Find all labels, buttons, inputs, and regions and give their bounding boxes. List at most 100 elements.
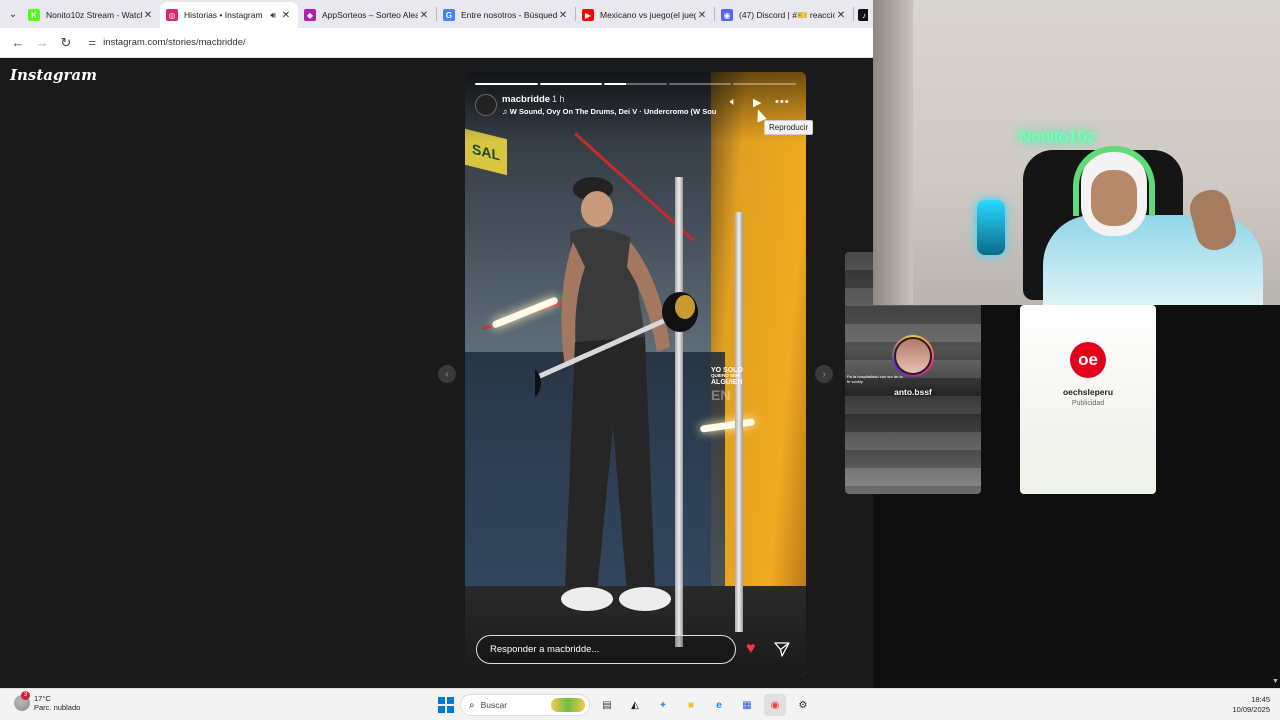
weather-text: 17°C Parc. nublado	[34, 694, 80, 713]
story-username[interactable]: macbridde	[502, 94, 550, 105]
like-heart-icon[interactable]: ♥	[746, 641, 756, 657]
tab-list-chevron-icon[interactable]: ⌄	[4, 5, 22, 23]
browser-tab[interactable]: ▶ Mexicano vs juego(el jueg ✕	[576, 2, 714, 28]
back-arrow-icon[interactable]: ←	[6, 31, 30, 55]
tab-audio-speaker-icon[interactable]: 🔊︎	[270, 10, 276, 21]
browser-tab[interactable]: K Nonito10z Stream - Watch ✕	[22, 2, 160, 28]
oechsle-logo: oe	[1070, 342, 1106, 378]
overlay-line-2: QUIERO SER	[711, 373, 740, 378]
close-tab-icon[interactable]: ✕	[557, 10, 569, 21]
overlay-line-3: ALGUIEN	[711, 378, 743, 386]
preview-caption: Pa la hospitalidad con sur de la fe sonb…	[847, 374, 903, 384]
tab-title: Historias • Instagram	[184, 10, 263, 20]
story-user-avatar[interactable]	[475, 94, 497, 116]
story-time-ago: 1 h	[552, 94, 565, 104]
steam-icon[interactable]: ⚙	[792, 694, 814, 716]
story-viewer[interactable]: SAL macbridde 1 h ♫ W Sound, Ovy On The …	[465, 72, 806, 676]
more-options-icon[interactable]: •••	[775, 96, 790, 108]
forward-arrow-icon[interactable]: →	[30, 31, 54, 55]
youtube-icon: ▶	[582, 9, 594, 21]
file-manager-icon[interactable]: ▤	[596, 694, 618, 716]
ad-sponsored-label: Publicidad	[1071, 400, 1105, 407]
neon-sign: Nonito10z	[1019, 127, 1096, 146]
next-story-username[interactable]: anto.bssf	[845, 387, 981, 397]
close-tab-icon[interactable]: ✕	[418, 10, 430, 21]
play-tooltip: Reproducir	[764, 120, 814, 135]
tab-title: (47) Discord | #🎫 reacció	[739, 9, 835, 20]
story-progress-bar	[475, 83, 796, 85]
next-story-avatar	[894, 337, 932, 375]
scroll-down-arrow-icon[interactable]: ▼	[1272, 678, 1279, 685]
weather-badge: 3	[21, 691, 30, 701]
progress-segment	[539, 83, 603, 85]
site-info-icon[interactable]: ⚌	[88, 37, 96, 48]
instagram-icon: ◎	[166, 9, 178, 21]
story-image-person	[535, 177, 698, 611]
chrome-icon[interactable]: ◉	[764, 694, 786, 716]
address-bar[interactable]: ⚌ instagram.com/stories/macbridde/	[82, 32, 682, 54]
browser-tab[interactable]: ◆ AppSorteos – Sorteo Alea ✕	[298, 2, 436, 28]
search-icon: ⌕	[469, 699, 475, 711]
clock-date: 10/09/2025	[1232, 705, 1270, 715]
capcut-icon[interactable]: ◭	[624, 694, 646, 716]
overlay-line-4: EN	[711, 386, 731, 403]
tab-title: Entre nosotros - Búsqued	[461, 10, 557, 20]
store-icon[interactable]: ▦	[736, 694, 758, 716]
progress-segment	[604, 83, 667, 85]
clock-time: 18:45	[1251, 695, 1270, 704]
system-clock[interactable]: 18:45 10/09/2025	[1224, 695, 1270, 715]
close-tab-icon[interactable]: ✕	[280, 10, 292, 21]
edge-icon[interactable]: e	[708, 694, 730, 716]
discord-icon: ◉	[721, 9, 733, 21]
reload-icon[interactable]: ↻	[54, 31, 78, 55]
weather-widget[interactable]: 3 17°C Parc. nublado	[14, 691, 80, 713]
ad-story-preview[interactable]: oe oechsleperu Publicidad	[1020, 305, 1156, 494]
mute-speaker-icon[interactable]: 🔈︎	[730, 96, 737, 109]
instagram-logo[interactable]: Instagram	[10, 66, 97, 84]
webcam-headset	[1073, 146, 1155, 216]
progress-segment	[668, 83, 732, 85]
next-story-avatar-ring[interactable]	[892, 335, 934, 377]
google-icon: G	[443, 9, 455, 21]
tab-strip: ⌄ K Nonito10z Stream - Watch ✕ ◎ Historias •…	[0, 0, 873, 28]
tab-title: Mexicano vs juego(el jueg	[600, 10, 696, 20]
next-story-chevron-icon[interactable]: ›	[815, 365, 833, 383]
tiktok-icon: ♪	[858, 9, 868, 21]
tab-title: Nonito10z Stream - Watch	[46, 10, 142, 20]
progress-fill	[604, 83, 627, 85]
reply-input[interactable]: Responder a macbridde...	[476, 635, 736, 664]
webcam-microphone	[977, 200, 1005, 255]
windows-taskbar: 3 17°C Parc. nublado ⌕ Buscar ▤ ◭ ✦ ■ e ▦ ◉ ⚙ 1…	[0, 688, 1280, 720]
copilot-icon[interactable]: ✦	[652, 694, 674, 716]
appsorteos-icon: ◆	[304, 9, 316, 21]
close-tab-icon[interactable]: ✕	[142, 10, 154, 21]
ad-story-username[interactable]: oechsleperu	[1020, 387, 1156, 397]
story-image-rack-pole	[735, 212, 743, 632]
folder-icon[interactable]: ■	[680, 694, 702, 716]
tabs-container: K Nonito10z Stream - Watch ✕ ◎ Historias • I…	[22, 0, 853, 28]
progress-segment	[733, 83, 796, 85]
webcam-overlay: Nonito10z	[873, 0, 1280, 305]
browser-tab[interactable]: G Entre nosotros - Búsqued ✕	[437, 2, 575, 28]
search-highlight-image	[551, 698, 585, 712]
windows-start-icon[interactable]	[438, 697, 454, 713]
screen: ⌄ K Nonito10z Stream - Watch ✕ ◎ Historias •…	[0, 0, 1280, 720]
taskbar-search[interactable]: ⌕ Buscar	[460, 694, 590, 716]
play-icon[interactable]: ▶	[753, 96, 761, 109]
kick-icon: K	[28, 9, 40, 21]
previous-story-chevron-icon[interactable]: ‹	[438, 365, 456, 383]
progress-segment	[475, 83, 538, 85]
close-tab-icon[interactable]: ✕	[835, 10, 847, 21]
weather-desc: Parc. nublado	[34, 703, 81, 713]
progress-fill	[475, 83, 538, 85]
browser-tab[interactable]: ◉ (47) Discord | #🎫 reacció ✕	[715, 2, 853, 28]
story-music-label[interactable]: ♫ W Sound, Ovy On The Drums, Dei V · Und…	[502, 107, 720, 116]
browser-toolbar: ← → ↻ ⚌ instagram.com/stories/macbridde/	[0, 28, 873, 58]
page-scrollbar[interactable]	[1271, 305, 1280, 688]
send-paper-plane-icon[interactable]	[774, 641, 790, 657]
cloud-weather-icon: 3	[14, 691, 30, 712]
browser-tab[interactable]: ◎ Historias • Instagram 🔊︎ ✕	[160, 2, 298, 28]
tab-title: AppSorteos – Sorteo Alea	[322, 10, 418, 20]
tab-tiktok[interactable]: ♪	[854, 2, 868, 28]
close-tab-icon[interactable]: ✕	[696, 10, 708, 21]
